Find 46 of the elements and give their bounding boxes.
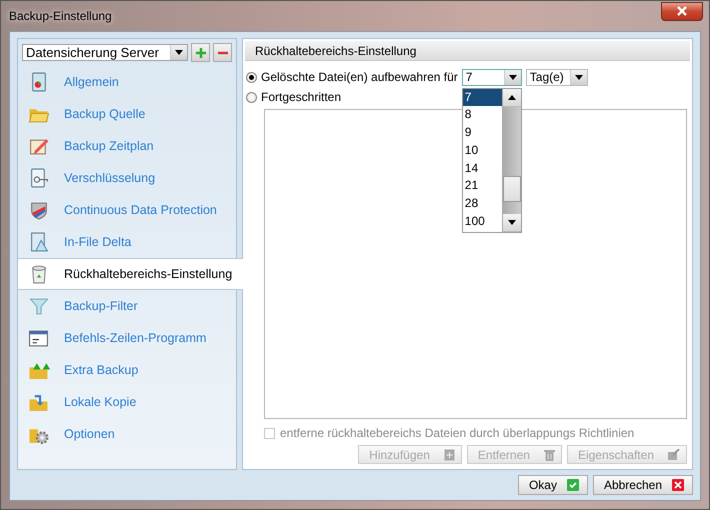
terminal-window-icon bbox=[28, 328, 50, 348]
unit-dropdown[interactable]: Tag(e) bbox=[526, 68, 588, 86]
add-button[interactable] bbox=[191, 43, 210, 62]
sidebar-item[interactable]: Lokale Kopie bbox=[18, 386, 237, 418]
key-document-icon bbox=[28, 168, 50, 188]
cancel-button[interactable]: Abbrechen bbox=[592, 475, 693, 495]
okay-button[interactable]: Okay bbox=[518, 475, 588, 495]
dropdown-option[interactable]: 21 bbox=[462, 177, 502, 196]
funnel-icon bbox=[28, 296, 50, 316]
radio-option[interactable]: Gelöschte Datei(en) aufbewahren für bbox=[246, 70, 458, 84]
sidebar-item[interactable]: Optionen bbox=[18, 418, 237, 450]
folder-arrow-icon bbox=[28, 392, 50, 412]
sidebar-item[interactable]: Backup-Filter bbox=[18, 290, 237, 322]
cross-icon bbox=[672, 479, 684, 491]
scroll-up-icon bbox=[508, 94, 516, 100]
remove-button[interactable] bbox=[213, 43, 232, 62]
sidebar-item[interactable]: Rückhaltebereichs-Einstellung bbox=[18, 258, 243, 290]
sidebar-item[interactable]: Befehls-Zeilen-Programm bbox=[18, 322, 237, 354]
minus-icon bbox=[218, 50, 228, 54]
add-document-icon bbox=[444, 448, 455, 460]
scrollbar[interactable] bbox=[502, 88, 521, 232]
trash-icon bbox=[544, 448, 555, 460]
dropdown-option[interactable]: 8 bbox=[462, 106, 502, 124]
caret-icon bbox=[175, 50, 183, 55]
document-triangle-icon bbox=[28, 232, 50, 252]
window-title: Backup-Einstellung bbox=[9, 9, 112, 23]
dropdown-option[interactable]: 9 bbox=[462, 124, 502, 142]
sidebar-item[interactable]: Extra Backup bbox=[18, 354, 237, 386]
close-button[interactable] bbox=[661, 2, 703, 20]
dropdown-option[interactable]: 100 bbox=[462, 213, 502, 231]
dropdown-option[interactable]: 7 bbox=[462, 88, 502, 106]
caret-icon bbox=[574, 74, 583, 80]
dropdown-option[interactable]: 28 bbox=[462, 195, 502, 214]
scroll-down-icon bbox=[508, 220, 516, 224]
caret-icon bbox=[508, 74, 517, 80]
profile-dropdown[interactable]: Datensicherung Server bbox=[22, 44, 188, 61]
panel-title: Rückhaltebereichs-Einstellung bbox=[255, 44, 416, 58]
dropdown-option[interactable]: 14 bbox=[462, 160, 502, 178]
close-icon bbox=[676, 6, 688, 16]
edit-icon bbox=[668, 449, 680, 460]
check-icon bbox=[566, 479, 579, 491]
shield-icon bbox=[28, 200, 50, 220]
days-dropdown[interactable]: 7 bbox=[462, 68, 522, 86]
dropdown-option[interactable]: 10 bbox=[462, 142, 502, 160]
scroll-thumb[interactable] bbox=[502, 176, 521, 202]
plus-icon bbox=[196, 48, 206, 58]
